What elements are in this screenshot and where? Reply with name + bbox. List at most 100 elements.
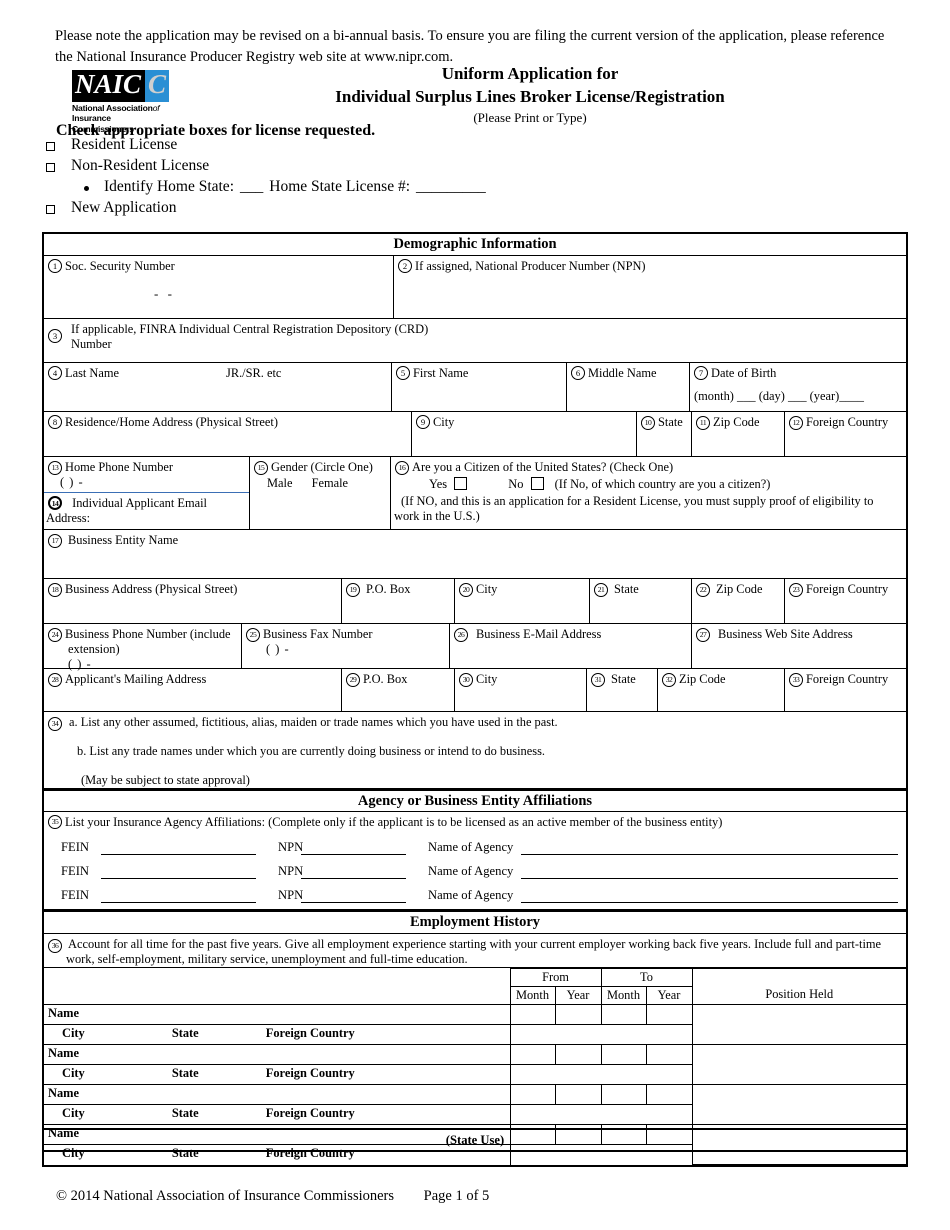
- home-state-blank[interactable]: ___: [240, 178, 263, 196]
- field-citizenship[interactable]: 16 Are you a Citizen of the United States…: [391, 457, 906, 529]
- employment-from-year-cell[interactable]: [554, 1004, 602, 1026]
- field-business-phone[interactable]: 24 Business Phone Number (include extensi…: [44, 623, 242, 671]
- field-mailing-foreign-country[interactable]: 33 Foreign Country: [785, 669, 906, 711]
- field-gender[interactable]: 15 Gender (Circle One) Male Female: [250, 456, 391, 529]
- field-date-of-birth[interactable]: 7 Date of Birth (month) ___ (day) ___ (ye…: [690, 363, 906, 411]
- field-mailing-city[interactable]: 30 City: [455, 668, 587, 711]
- field-business-po-box[interactable]: 19 P.O. Box: [342, 578, 455, 623]
- field-label: Middle Name: [588, 365, 657, 380]
- gender-option-female[interactable]: Female: [312, 476, 348, 490]
- home-state-label: Identify Home State:: [104, 178, 234, 195]
- employment-location-entry-cell[interactable]: [509, 1024, 693, 1046]
- home-state-license-blank[interactable]: _________: [416, 178, 486, 196]
- checkbox-icon[interactable]: [46, 142, 55, 151]
- employment-to-year-cell[interactable]: [645, 1044, 693, 1066]
- home-phone-mask: ( ) -: [60, 474, 84, 489]
- agency-fein-label: FEIN: [61, 888, 89, 903]
- field-label: List your Insurance Agency Affiliations:…: [65, 815, 723, 830]
- field-middle-name[interactable]: 6 Middle Name: [567, 362, 690, 411]
- checkbox-resident-license[interactable]: Resident License: [46, 136, 746, 157]
- field-business-city[interactable]: 20 City: [455, 578, 590, 623]
- field-number: 31: [591, 672, 605, 687]
- employment-name-label: Name: [44, 1084, 511, 1106]
- form-row-names-dob: 4 Last Name JR./SR. etc 5 First Name 6 Midd…: [44, 362, 906, 412]
- employment-entry-name-row[interactable]: Name: [44, 1004, 906, 1046]
- employment-state-label: State: [171, 1066, 199, 1081]
- employment-from-month-cell[interactable]: [509, 1004, 556, 1026]
- field-label: Last Name: [65, 365, 120, 380]
- gender-option-male[interactable]: Male: [267, 476, 292, 490]
- agency-row[interactable]: FEIN NPN Name of Agency: [48, 840, 898, 856]
- checkbox-icon[interactable]: [46, 163, 55, 172]
- field-number: 23: [789, 582, 803, 597]
- field-business-email[interactable]: 26 Business E-Mail Address: [450, 623, 692, 668]
- field-home-phone-and-email[interactable]: 13 Home Phone Number ( ) - 14 Individual …: [44, 456, 250, 529]
- field-label: Zip Code: [679, 671, 726, 686]
- field-number: 16: [395, 460, 409, 475]
- field-number: 28: [48, 672, 62, 687]
- field-soc-security-number[interactable]: 1 Soc. Security Number - -: [44, 255, 394, 318]
- employment-entry-name-row[interactable]: Name: [44, 1084, 906, 1126]
- field-mailing-state[interactable]: 31 State: [587, 668, 658, 711]
- field-first-name[interactable]: 5 First Name: [392, 362, 567, 411]
- field-other-trade-names[interactable]: 34 a. List any other assumed, fictitious…: [44, 712, 906, 788]
- field-business-website[interactable]: 27 Business Web Site Address: [692, 624, 906, 668]
- field-business-fax[interactable]: 25 Business Fax Number ( ) -: [242, 623, 450, 668]
- field-residence-address[interactable]: 8 Residence/Home Address (Physical Street…: [44, 411, 412, 456]
- field-label: State: [614, 581, 639, 596]
- field-mailing-po-box[interactable]: 29 P.O. Box: [342, 668, 455, 711]
- agency-row[interactable]: FEIN NPN Name of Agency: [48, 888, 898, 904]
- employment-position-cell[interactable]: [691, 1084, 906, 1126]
- field-residence-state[interactable]: 10 State: [637, 411, 692, 456]
- field-number: 29: [346, 672, 360, 687]
- field-residence-foreign-country[interactable]: 12 Foreign Country: [785, 412, 906, 456]
- employment-location-entry-cell[interactable]: [509, 1104, 693, 1126]
- employment-from-year-cell[interactable]: [554, 1084, 602, 1106]
- employment-from-month-cell[interactable]: [509, 1044, 556, 1066]
- checkbox-non-resident-license[interactable]: Non-Resident License: [46, 157, 746, 178]
- field-number: 21: [594, 582, 608, 597]
- checkbox-new-application[interactable]: New Application: [46, 199, 746, 220]
- field-number: 11: [696, 415, 710, 430]
- field-business-state[interactable]: 21 State: [590, 578, 692, 623]
- field-national-producer-number[interactable]: 2 If assigned, National Producer Number (…: [394, 256, 906, 318]
- ssn-mask: - -: [154, 285, 175, 301]
- field-business-zip[interactable]: 22 Zip Code: [692, 578, 785, 623]
- employment-position-cell[interactable]: [691, 1004, 906, 1046]
- field-agency-affiliations[interactable]: 35 List your Insurance Agency Affiliatio…: [44, 812, 906, 909]
- employment-to-month-cell[interactable]: [600, 1084, 647, 1106]
- employment-to-month-cell[interactable]: [600, 1004, 647, 1026]
- employment-from-month-cell[interactable]: [509, 1084, 556, 1106]
- citizen-yes-checkbox[interactable]: [454, 476, 468, 490]
- field-mailing-address[interactable]: 28 Applicant's Mailing Address: [44, 668, 342, 711]
- field-residence-city[interactable]: 9 City: [412, 411, 637, 456]
- field-crd-number[interactable]: 3 If applicable, FINRA Individual Centra…: [44, 319, 906, 362]
- employment-city-label: City: [62, 1106, 85, 1121]
- field-label: Business Fax Number: [263, 626, 373, 641]
- field-business-foreign-country[interactable]: 23 Foreign Country: [785, 579, 906, 623]
- employment-to-year-cell[interactable]: [645, 1084, 693, 1106]
- employment-state-label: State: [171, 1106, 199, 1121]
- citizen-no-checkbox[interactable]: [530, 476, 544, 490]
- agency-name-label: Name of Agency: [428, 840, 514, 855]
- employment-position-cell[interactable]: [691, 1044, 906, 1086]
- field-business-entity-name[interactable]: 17 Business Entity Name: [44, 530, 906, 578]
- employment-location-labels: City State Foreign Country: [44, 1024, 511, 1046]
- field-number: 13: [48, 460, 62, 475]
- field-business-address[interactable]: 18 Business Address (Physical Street): [44, 578, 342, 623]
- employment-group-from: From: [509, 968, 602, 988]
- agency-name-label: Name of Agency: [428, 864, 514, 879]
- checkbox-icon[interactable]: [46, 205, 55, 214]
- agency-row[interactable]: FEIN NPN Name of Agency: [48, 864, 898, 880]
- field-number: 6: [571, 365, 585, 380]
- field-last-name[interactable]: 4 Last Name JR./SR. etc: [44, 362, 392, 411]
- field-number: 9: [416, 414, 430, 429]
- employment-location-entry-cell[interactable]: [509, 1064, 693, 1086]
- employment-to-year-cell[interactable]: [645, 1004, 693, 1026]
- field-mailing-zip[interactable]: 32 Zip Code: [658, 668, 785, 711]
- employment-from-year-cell[interactable]: [554, 1044, 602, 1066]
- field-residence-zip[interactable]: 11 Zip Code: [692, 411, 785, 456]
- field-label: Foreign Country: [806, 581, 889, 596]
- employment-to-month-cell[interactable]: [600, 1044, 647, 1066]
- employment-entry-name-row[interactable]: Name: [44, 1044, 906, 1086]
